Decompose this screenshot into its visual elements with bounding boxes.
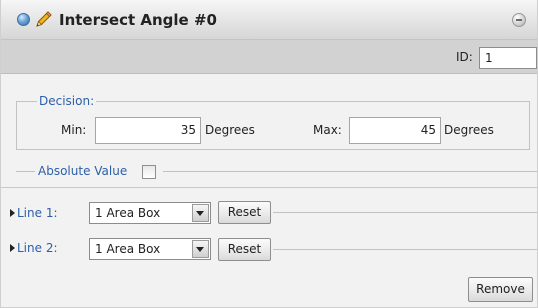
decision-legend: Decision: (37, 94, 97, 108)
min-label: Min: (61, 123, 87, 137)
line-1-separator (273, 212, 537, 213)
line-2-expand-arrow-icon[interactable] (10, 244, 15, 252)
absolute-value-checkbox[interactable] (142, 165, 156, 179)
line-2-select-value: 1 Area Box (95, 242, 161, 256)
line-2-dropdown-icon[interactable] (192, 240, 209, 258)
line-1-select-value: 1 Area Box (95, 206, 161, 220)
max-unit-label: Degrees (444, 123, 494, 137)
line-1-select[interactable]: 1 Area Box (89, 202, 211, 224)
absolute-value-label: Absolute Value (38, 164, 128, 178)
min-input[interactable]: 35 (95, 117, 201, 144)
line-1-label: Line 1: (17, 206, 58, 220)
min-unit-label: Degrees (205, 123, 255, 137)
remove-button[interactable]: Remove (468, 277, 533, 302)
panel-title: Intersect Angle #0 (59, 11, 217, 29)
max-input[interactable]: 45 (349, 117, 441, 144)
line-1-reset-button[interactable]: Reset (218, 201, 271, 224)
max-label: Max: (313, 123, 342, 137)
collapse-icon[interactable] (512, 13, 526, 27)
absolute-value-separator-right (163, 171, 537, 172)
absolute-value-separator-left (16, 171, 35, 172)
id-label: ID: (456, 50, 473, 64)
line-1-dropdown-icon[interactable] (192, 204, 209, 222)
section-divider (1, 187, 537, 188)
status-dot-icon (17, 13, 30, 26)
line-2-separator (273, 249, 537, 250)
line-1-expand-arrow-icon[interactable] (10, 209, 15, 217)
pencil-icon[interactable] (34, 9, 54, 29)
id-input[interactable]: 1 (479, 47, 537, 69)
intersect-angle-panel: Intersect Angle #0 ID: 1 Decision: Min: … (0, 0, 538, 308)
line-2-label: Line 2: (17, 241, 58, 255)
line-2-reset-button[interactable]: Reset (218, 238, 271, 261)
line-2-select[interactable]: 1 Area Box (89, 238, 211, 260)
